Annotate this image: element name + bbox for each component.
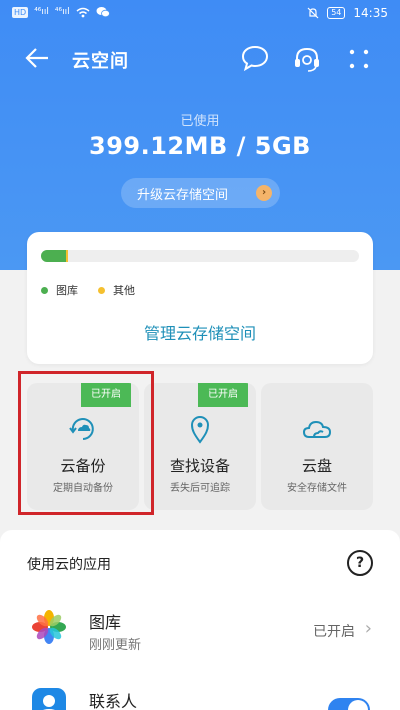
signal-icon-2: ⁴⁶ııl [54, 7, 70, 17]
yellow-dot-icon [98, 286, 105, 294]
battery-indicator: 54 [327, 7, 346, 19]
wechat-icon [96, 7, 110, 18]
app-bar: 云空间 [0, 36, 400, 80]
help-icon[interactable]: ? [347, 550, 373, 576]
tile-cloud-drive[interactable]: 云盘 安全存储文件 [261, 383, 373, 510]
location-pin-icon [190, 416, 210, 444]
gallery-icon [32, 610, 66, 644]
apps-section-heading: 使用云的应用 [27, 557, 111, 573]
mute-icon [307, 7, 319, 19]
tile-subtitle: 安全存储文件 [287, 483, 347, 494]
contacts-sync-toggle[interactable] [328, 698, 370, 710]
toggle-knob [348, 700, 368, 710]
customer-service-icon[interactable] [292, 44, 322, 74]
signal-icon: ⁴⁶ııl [34, 7, 49, 17]
legend-item-other: 其他 [98, 282, 135, 298]
highlight-box [18, 371, 154, 515]
storage-usage-bar [41, 250, 359, 262]
tile-find-device[interactable]: 已开启 查找设备 丢失后可追踪 [144, 383, 256, 510]
tile-title: 查找设备 [169, 457, 230, 475]
chevron-right-icon: › [364, 618, 372, 639]
app-status-gallery[interactable]: 已开启 [313, 621, 355, 641]
green-dot-icon [41, 286, 48, 294]
message-icon[interactable] [240, 44, 270, 72]
status-bar: HD ⁴⁶ııl ⁴⁶ııl 54 14:35 [0, 0, 400, 28]
chevron-right-icon: › [256, 185, 272, 201]
more-options-icon[interactable] [346, 46, 372, 72]
contacts-icon [32, 688, 66, 710]
legend-label-gallery: 图库 [56, 284, 78, 297]
app-name-gallery[interactable]: 图库 [89, 609, 121, 633]
tile-title: 云盘 [301, 457, 332, 475]
tile-subtitle: 丢失后可追踪 [170, 483, 230, 494]
app-subtitle-gallery: 刚刚更新 [89, 638, 142, 653]
gallery-usage-segment [41, 250, 67, 262]
used-storage-value: 399.12MB / 5GB [89, 132, 311, 160]
page-title: 云空间 [72, 51, 129, 72]
back-arrow-icon[interactable] [24, 44, 52, 72]
legend-item-gallery: 图库 [41, 282, 78, 298]
manage-storage-button[interactable]: 管理云存储空间 [27, 320, 373, 344]
storage-card: 图库 其他 管理云存储空间 [27, 232, 373, 364]
upgrade-storage-label: 升级云存储空间 [137, 187, 229, 203]
other-usage-segment [66, 250, 69, 262]
legend-label-other: 其他 [113, 284, 135, 297]
wifi-icon [76, 7, 90, 17]
upgrade-storage-button[interactable]: 升级云存储空间 › [121, 178, 280, 208]
apps-section: 使用云的应用 ? 图库 刚刚更新 已开启 › 联系人 [0, 530, 400, 710]
hd-indicator: HD [12, 6, 29, 18]
storage-legend: 图库 其他 [41, 282, 135, 298]
clock: 14:35 [353, 6, 388, 20]
enabled-badge: 已开启 [198, 383, 248, 407]
cloud-drive-icon [302, 420, 332, 438]
app-name-contacts[interactable]: 联系人 [89, 688, 137, 710]
used-storage-label: 已使用 [180, 114, 220, 129]
